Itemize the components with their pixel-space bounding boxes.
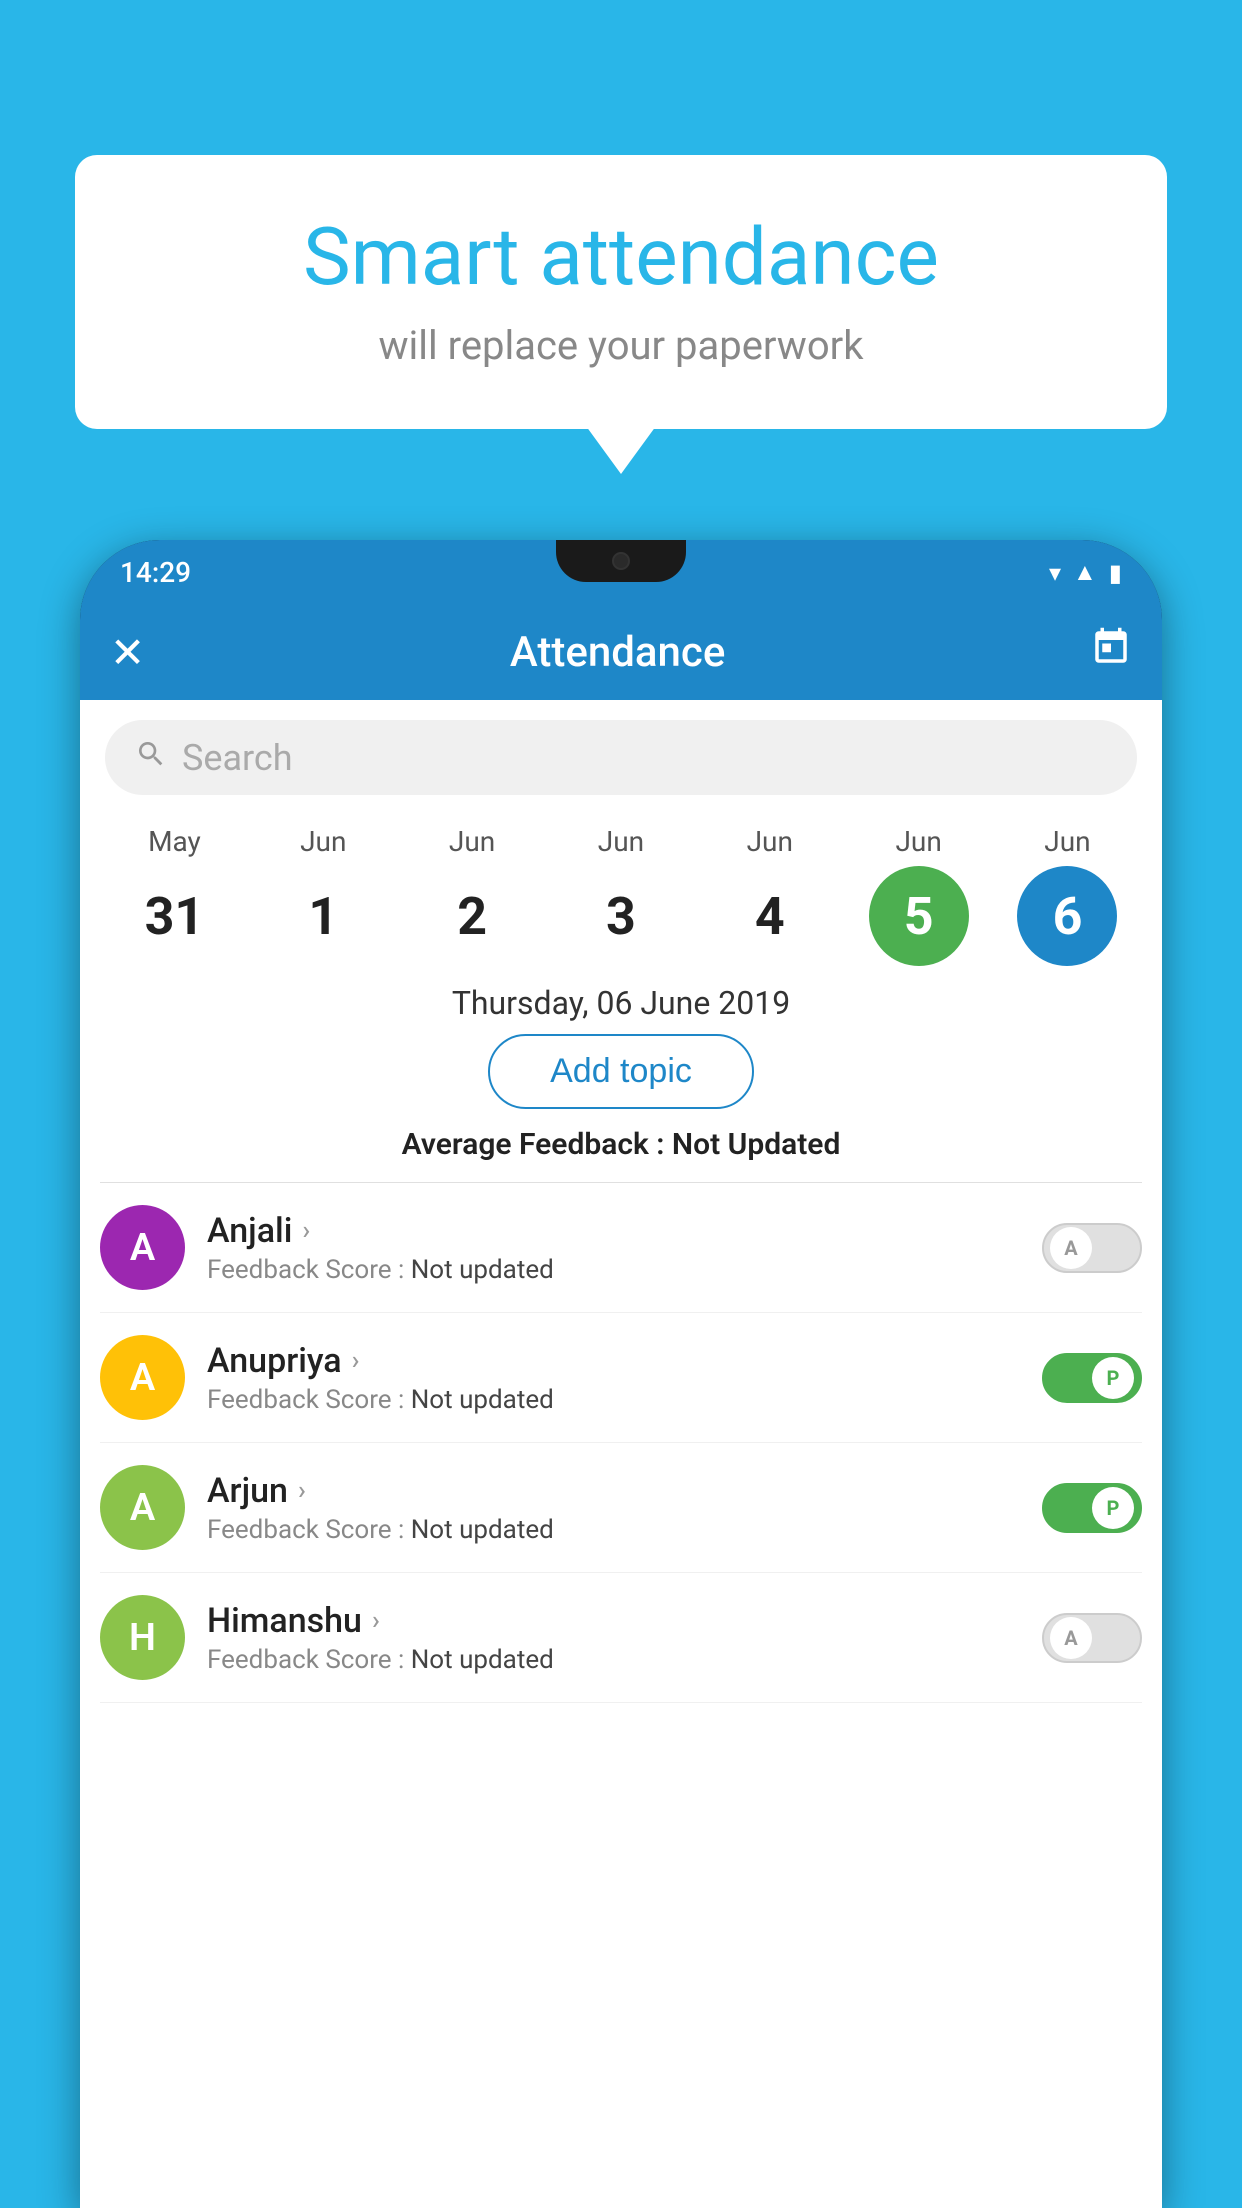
- search-icon: [135, 738, 167, 778]
- avatar: H: [100, 1595, 185, 1680]
- student-info: Anupriya › Feedback Score : Not updated: [207, 1341, 1020, 1415]
- bubble-title: Smart attendance: [135, 210, 1107, 304]
- avg-feedback-label: Average Feedback :: [402, 1127, 672, 1162]
- cal-date-number[interactable]: 3: [571, 866, 671, 966]
- calendar-day[interactable]: Jun 6: [1002, 825, 1132, 966]
- add-topic-button[interactable]: Add topic: [488, 1034, 754, 1109]
- student-name: Anupriya ›: [207, 1341, 1020, 1381]
- speech-bubble: Smart attendance will replace your paper…: [75, 155, 1167, 429]
- cal-month-label: Jun: [449, 825, 495, 858]
- calendar-day[interactable]: Jun 5: [854, 825, 984, 966]
- close-icon[interactable]: ✕: [110, 628, 145, 678]
- student-list: AAnjali ›Feedback Score : Not updatedAAA…: [80, 1183, 1162, 1703]
- cal-date-number[interactable]: 5: [869, 866, 969, 966]
- calendar-day[interactable]: Jun 3: [556, 825, 686, 966]
- student-info: Himanshu › Feedback Score : Not updated: [207, 1601, 1020, 1675]
- toggle-knob: A: [1050, 1227, 1092, 1269]
- chevron-icon: ›: [372, 1606, 380, 1636]
- wifi-icon: ▾: [1049, 559, 1061, 587]
- cal-month-label: Jun: [895, 825, 941, 858]
- student-name: Anjali ›: [207, 1211, 1020, 1251]
- app-bar: ✕ Attendance: [80, 605, 1162, 700]
- cal-date-number[interactable]: 31: [124, 866, 224, 966]
- student-name: Himanshu ›: [207, 1601, 1020, 1641]
- cal-date-number[interactable]: 2: [422, 866, 522, 966]
- calendar-day[interactable]: Jun 2: [407, 825, 537, 966]
- notch: [556, 540, 686, 582]
- cal-month-label: Jun: [1044, 825, 1090, 858]
- avg-feedback-value: Not Updated: [672, 1127, 840, 1162]
- toggle-knob: P: [1092, 1357, 1134, 1399]
- student-item[interactable]: A Arjun › Feedback Score : Not updated P: [100, 1443, 1142, 1573]
- calendar-strip: May 31 Jun 1 Jun 2 Jun 3 Jun 4 Jun 5 Jun 6: [80, 815, 1162, 966]
- toggle-knob: A: [1050, 1617, 1092, 1659]
- camera-dot: [612, 552, 630, 570]
- speech-bubble-container: Smart attendance will replace your paper…: [75, 155, 1167, 429]
- student-item[interactable]: A Anupriya › Feedback Score : Not updated P: [100, 1313, 1142, 1443]
- student-name: Arjun ›: [207, 1471, 1020, 1511]
- cal-date-number[interactable]: 1: [273, 866, 373, 966]
- attendance-toggle[interactable]: A: [1042, 1613, 1142, 1663]
- app-bar-title: Attendance: [145, 628, 1090, 677]
- chevron-icon: ›: [298, 1476, 306, 1506]
- attendance-toggle[interactable]: A: [1042, 1223, 1142, 1273]
- battery-icon: ▮: [1109, 559, 1122, 587]
- student-feedback: Feedback Score : Not updated: [207, 1255, 1020, 1285]
- cal-date-number[interactable]: 6: [1017, 866, 1117, 966]
- student-feedback: Feedback Score : Not updated: [207, 1515, 1020, 1545]
- calendar-day[interactable]: Jun 4: [705, 825, 835, 966]
- chevron-icon: ›: [352, 1346, 360, 1376]
- avg-feedback: Average Feedback : Not Updated: [80, 1127, 1162, 1162]
- avatar: A: [100, 1335, 185, 1420]
- status-time: 14:29: [120, 556, 191, 589]
- status-bar: 14:29 ▾ ▲ ▮: [80, 540, 1162, 605]
- student-info: Arjun › Feedback Score : Not updated: [207, 1471, 1020, 1545]
- student-item[interactable]: A Anjali › Feedback Score : Not updated A: [100, 1183, 1142, 1313]
- chevron-icon: ›: [302, 1216, 310, 1246]
- cal-date-number[interactable]: 4: [720, 866, 820, 966]
- toggle-knob: P: [1092, 1487, 1134, 1529]
- calendar-icon[interactable]: [1090, 626, 1132, 679]
- cal-month-label: Jun: [598, 825, 644, 858]
- cal-month-label: Jun: [300, 825, 346, 858]
- student-feedback: Feedback Score : Not updated: [207, 1385, 1020, 1415]
- bubble-subtitle: will replace your paperwork: [135, 322, 1107, 369]
- status-icons: ▾ ▲ ▮: [1049, 558, 1122, 587]
- search-bar[interactable]: Search: [105, 720, 1137, 795]
- avatar: A: [100, 1205, 185, 1290]
- phone-screen: Search May 31 Jun 1 Jun 2 Jun 3 Jun 4 Jun 5 Jun 6 Thu…: [80, 700, 1162, 2208]
- student-item[interactable]: H Himanshu › Feedback Score : Not updated A: [100, 1573, 1142, 1703]
- avatar: A: [100, 1465, 185, 1550]
- cal-month-label: Jun: [747, 825, 793, 858]
- selected-date-label: Thursday, 06 June 2019: [80, 984, 1162, 1022]
- phone-frame: 14:29 ▾ ▲ ▮ ✕ Attendance Search: [80, 540, 1162, 2208]
- student-info: Anjali › Feedback Score : Not updated: [207, 1211, 1020, 1285]
- attendance-toggle[interactable]: P: [1042, 1353, 1142, 1403]
- search-placeholder: Search: [182, 737, 1107, 779]
- student-feedback: Feedback Score : Not updated: [207, 1645, 1020, 1675]
- cal-month-label: May: [148, 825, 201, 858]
- calendar-day[interactable]: May 31: [109, 825, 239, 966]
- attendance-toggle[interactable]: P: [1042, 1483, 1142, 1533]
- calendar-day[interactable]: Jun 1: [258, 825, 388, 966]
- signal-icon: ▲: [1073, 558, 1097, 587]
